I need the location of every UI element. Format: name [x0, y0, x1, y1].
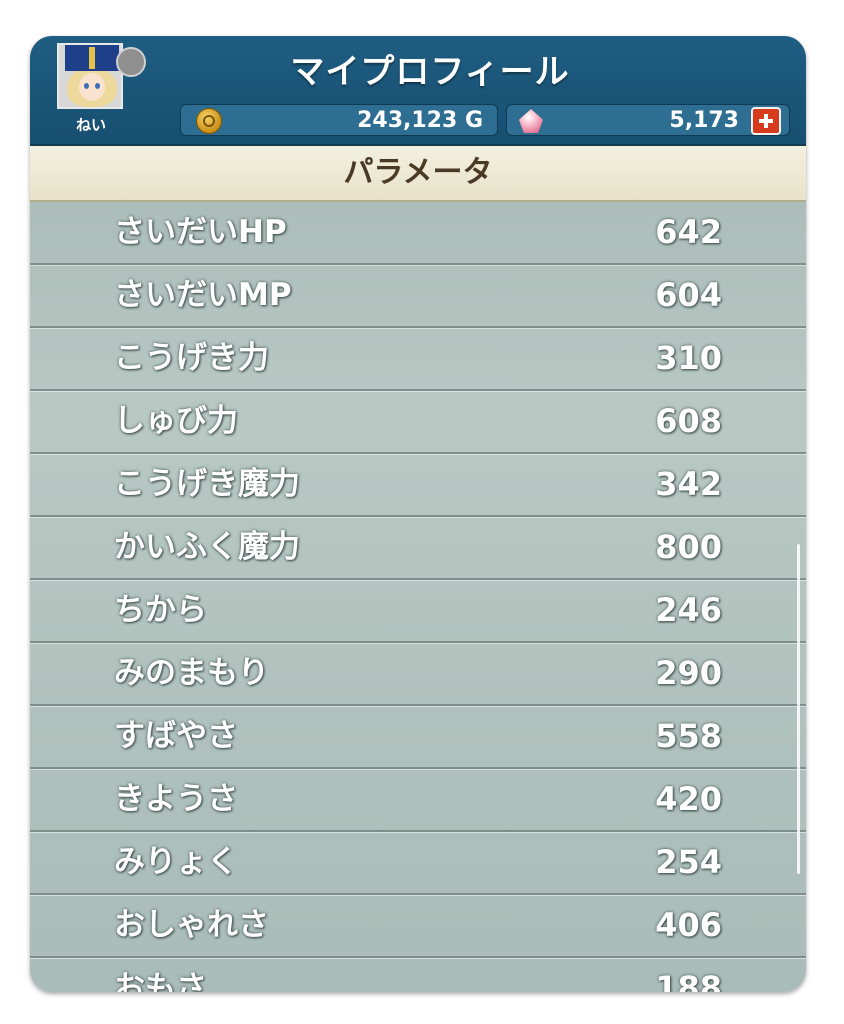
- gold-bar: 243,123 G: [180, 96, 498, 140]
- section-title: パラメータ: [343, 155, 493, 190]
- profile-header: ねい マイプロフィール 243,123 G 5,173: [30, 36, 806, 146]
- add-gem-button[interactable]: [751, 107, 781, 135]
- gem-bar: 5,173: [506, 96, 790, 140]
- stat-label: みのまもり: [114, 655, 269, 691]
- stat-row: こうげき魔力 342: [30, 454, 806, 517]
- avatar-eye-right: [95, 83, 100, 89]
- gold-coin-icon: [196, 108, 222, 134]
- stat-row: おしゃれさ 406: [30, 895, 806, 958]
- profile-panel: ねい マイプロフィール 243,123 G 5,173 パラメータ さいだいHP…: [30, 36, 806, 992]
- stat-label: さいだいHP: [114, 214, 287, 250]
- stat-label: すばやさ: [114, 718, 238, 754]
- stat-row: さいだいHP 642: [30, 202, 806, 265]
- swap-character-icon[interactable]: [116, 47, 146, 77]
- stat-row: さいだいMP 604: [30, 265, 806, 328]
- stat-value: 310: [655, 339, 722, 377]
- stat-row: しゅび力 608: [30, 391, 806, 454]
- stat-value: 800: [655, 528, 722, 566]
- stat-label: さいだいMP: [114, 277, 292, 313]
- avatar-face: [79, 73, 105, 101]
- page-title: マイプロフィール: [290, 52, 570, 92]
- stat-row: おもさ 188: [30, 958, 806, 992]
- stat-label: おもさ: [114, 970, 207, 992]
- stat-row: みのまもり 290: [30, 643, 806, 706]
- gem-icon: [519, 109, 543, 133]
- avatar-eye-left: [84, 83, 89, 89]
- stat-value: 608: [655, 402, 722, 440]
- gem-bar-inner: 5,173: [506, 104, 790, 136]
- stat-label: しゅび力: [114, 403, 238, 439]
- player-name: ねい: [75, 116, 106, 134]
- stat-label: きようさ: [114, 781, 238, 817]
- stat-row: こうげき力 310: [30, 328, 806, 391]
- scrollbar[interactable]: [797, 544, 800, 874]
- stat-value: 290: [655, 654, 722, 692]
- avatar[interactable]: [57, 43, 123, 109]
- gold-amount: 243,123 G: [357, 108, 483, 133]
- stat-value: 642: [655, 213, 722, 251]
- stat-value: 604: [655, 276, 722, 314]
- stat-row: かいふく魔力 800: [30, 517, 806, 580]
- avatar-hat: [65, 45, 119, 71]
- stat-label: ちから: [114, 592, 207, 628]
- stat-row: みりょく 254: [30, 832, 806, 895]
- stat-row: きようさ 420: [30, 769, 806, 832]
- stats-list: さいだいHP 642 さいだいMP 604 こうげき力 310 しゅび力 608…: [30, 202, 806, 992]
- stat-label: かいふく魔力: [114, 529, 300, 565]
- gold-bar-inner: 243,123 G: [180, 104, 498, 136]
- stat-value: 254: [655, 843, 722, 881]
- stat-label: こうげき力: [114, 340, 269, 376]
- stat-label: おしゃれさ: [114, 907, 269, 943]
- stat-value: 188: [655, 969, 722, 992]
- stat-row: すばやさ 558: [30, 706, 806, 769]
- section-header: パラメータ: [30, 146, 806, 202]
- stat-value: 342: [655, 465, 722, 503]
- stat-row: ちから 246: [30, 580, 806, 643]
- stat-label: こうげき魔力: [114, 466, 300, 502]
- stat-value: 558: [655, 717, 722, 755]
- stat-label: みりょく: [114, 844, 238, 880]
- stat-value: 246: [655, 591, 722, 629]
- stat-value: 406: [655, 906, 722, 944]
- gem-amount: 5,173: [669, 108, 739, 133]
- stat-value: 420: [655, 780, 722, 818]
